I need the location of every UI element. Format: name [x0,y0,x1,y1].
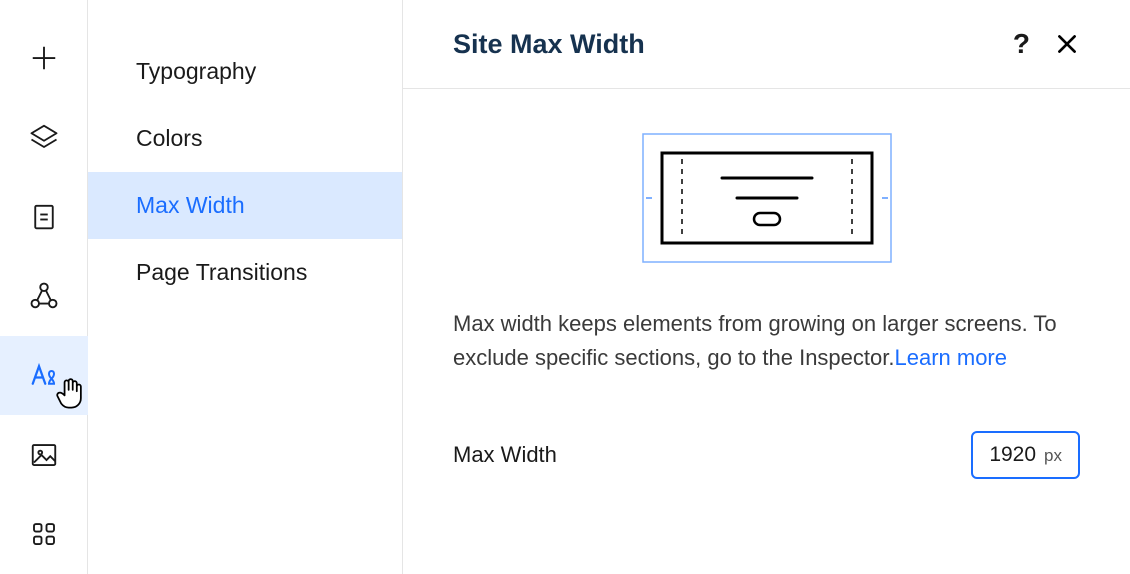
main-panel: Site Max Width ? Max width keeps element… [403,0,1130,574]
max-width-control: Max Width 1920 px [453,431,1080,479]
subnav-label: Colors [136,125,202,151]
rail-layers[interactable] [0,97,88,176]
max-width-input[interactable]: 1920 px [971,431,1080,479]
header-actions: ? [1013,28,1080,60]
panel-title: Site Max Width [453,29,645,60]
panel-description: Max width keeps elements from growing on… [453,307,1080,375]
layers-icon [29,122,59,152]
subnav-typography[interactable]: Typography [88,38,402,105]
subnav-label: Max Width [136,192,245,218]
max-width-diagram [453,133,1080,263]
subnav-max-width[interactable]: Max Width [88,172,402,239]
sub-nav: Typography Colors Max Width Page Transit… [88,0,403,574]
rail-image[interactable] [0,415,88,494]
panel-body: Max width keeps elements from growing on… [403,89,1130,479]
apps-icon [29,519,59,549]
image-icon [29,440,59,470]
subnav-label: Page Transitions [136,259,307,285]
learn-more-link[interactable]: Learn more [894,345,1007,370]
plus-icon [29,43,59,73]
rail-apps[interactable] [0,495,88,574]
rail-page[interactable] [0,177,88,256]
subnav-page-transitions[interactable]: Page Transitions [88,239,402,306]
width-unit: px [1044,446,1062,466]
rail-connections[interactable] [0,256,88,335]
control-label: Max Width [453,442,557,468]
typography-style-icon [29,360,59,390]
rail-typography[interactable] [0,336,88,415]
width-value: 1920 [989,443,1036,467]
page-icon [29,202,59,232]
subnav-label: Typography [136,58,256,84]
help-icon[interactable]: ? [1013,28,1030,60]
icon-rail [0,0,88,574]
panel-header: Site Max Width ? [403,0,1130,89]
subnav-colors[interactable]: Colors [88,105,402,172]
connections-icon [29,281,59,311]
close-icon[interactable] [1054,31,1080,57]
rail-add[interactable] [0,18,88,97]
